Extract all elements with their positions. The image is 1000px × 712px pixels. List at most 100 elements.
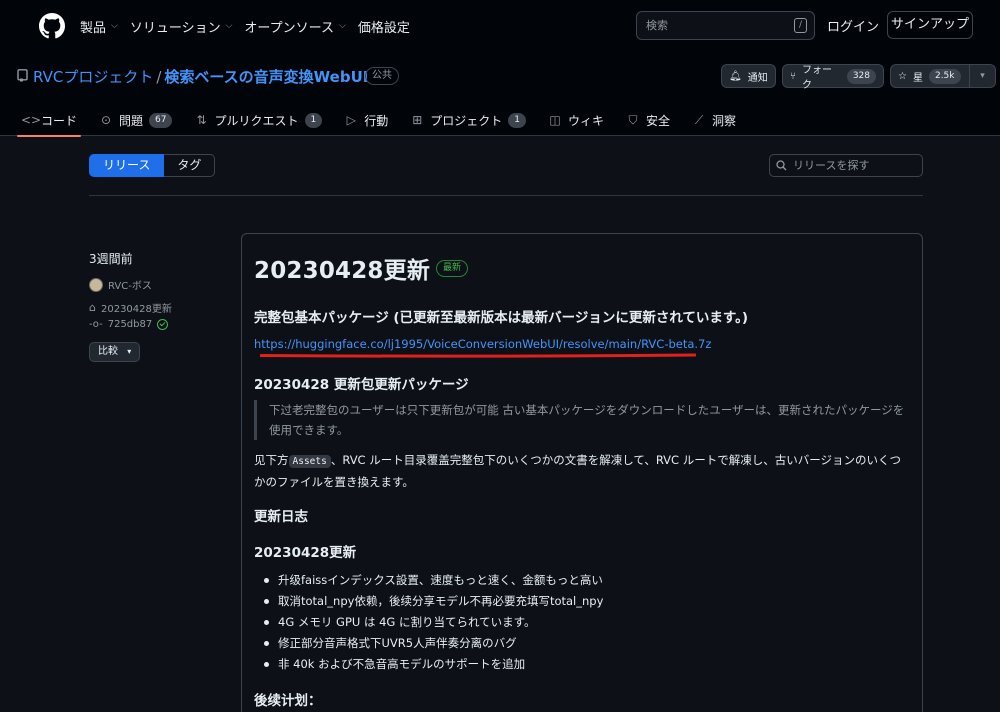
repo-owner-link[interactable]: RVCプロジェクト bbox=[33, 68, 153, 86]
list-item: 升级faissインデックス設置、速度もっと速く、金额もっと高い bbox=[264, 570, 904, 591]
tab-wiki[interactable]: ◫ ウィキ bbox=[544, 104, 608, 136]
nav-solutions-label: ソリューション bbox=[129, 20, 221, 36]
fork-icon: ⑂ bbox=[790, 70, 796, 82]
release-time: 3週間前 bbox=[89, 252, 133, 266]
tags-tab[interactable]: タグ bbox=[164, 154, 216, 177]
visibility-badge: 公共 bbox=[365, 67, 399, 85]
tab-actions-label: 行動 bbox=[364, 113, 389, 128]
global-header: 製品 ⌵ ソリューション ⌵ オープンソース ⌵ 価格設定 / ログイン サインアップ bbox=[0, 0, 1000, 52]
release-tag-name: 20230428更新 bbox=[100, 304, 172, 315]
tab-issues-count: 67 bbox=[149, 112, 173, 128]
search-icon bbox=[776, 160, 787, 171]
nav-open-source[interactable]: オープンソース ⌵ bbox=[244, 17, 345, 36]
star-icon: ☆ bbox=[898, 70, 907, 82]
tab-actions[interactable]: ▷ 行動 bbox=[340, 104, 392, 136]
tab-wiki-label: ウィキ bbox=[568, 113, 605, 128]
tab-pull-requests-label: プルリクエスト bbox=[214, 113, 299, 128]
tab-projects[interactable]: ⊞ プロジェクト 1 bbox=[406, 104, 530, 136]
release-search bbox=[769, 154, 923, 177]
release-meta: 3週間前 RVC-ボス ⌂ 20230428更新 -o- 725db87 比較 … bbox=[89, 250, 229, 362]
book-icon: ◫ bbox=[549, 113, 561, 127]
chevron-down-icon: ⌵ bbox=[111, 21, 118, 31]
list-item: 非 40k および不急音高モデルのサポートを追加 bbox=[264, 654, 904, 675]
tab-pull-requests[interactable]: ⇅ プルリクエスト 1 bbox=[190, 104, 326, 136]
fork-label: フォーク bbox=[802, 65, 832, 91]
tab-issues[interactable]: ⊙ 問題 67 bbox=[95, 104, 176, 136]
tab-security[interactable]: ⛉ 安全 bbox=[622, 104, 674, 136]
repo-separator: / bbox=[156, 68, 162, 86]
version-heading: 20230428更新 bbox=[254, 545, 357, 561]
download-link[interactable]: https://huggingface.co/lj1995/VoiceConve… bbox=[254, 337, 711, 351]
tag-icon: ⌂ bbox=[89, 301, 96, 314]
repo-header: RVCプロジェクト / 検索ベースの音声変換WebUI 公共 🔔︎ 通知 ⑂ フォーク 3… bbox=[0, 52, 1000, 137]
table-icon: ⊞ bbox=[412, 113, 423, 127]
releases-subnav: リリース タグ bbox=[89, 154, 216, 177]
repo-tabs: <> コード ⊙ 問題 67 ⇅ プルリクエスト 1 ▷ 行動 ⊞ プロジェクト 1 ◫ ウィキ … bbox=[17, 104, 754, 137]
code-icon: <> bbox=[21, 113, 42, 127]
commit-icon: -o- bbox=[89, 319, 103, 330]
shield-icon: ⛉ bbox=[628, 112, 638, 127]
changelog-list: 升级faissインデックス設置、速度もっと速く、金额もっと高い 取消total_… bbox=[264, 570, 904, 675]
tab-insights[interactable]: ⟋ 洞察 bbox=[688, 104, 740, 136]
nav-solutions[interactable]: ソリューション ⌵ bbox=[130, 17, 233, 36]
repo-name-link[interactable]: 検索ベースの音声変換WebUI bbox=[164, 68, 368, 86]
divider bbox=[89, 195, 923, 196]
issue-icon: ⊙ bbox=[100, 113, 112, 127]
releases-tab[interactable]: リリース bbox=[89, 154, 165, 177]
search-shortcut-key: / bbox=[794, 18, 807, 33]
tab-pull-requests-count: 1 bbox=[304, 112, 323, 128]
github-logo-icon[interactable] bbox=[39, 13, 65, 39]
star-list-dropdown[interactable]: ▾ bbox=[970, 64, 996, 88]
signup-button[interactable]: サインアップ bbox=[887, 11, 973, 39]
latest-badge: 最新 bbox=[436, 260, 469, 277]
global-search-input[interactable] bbox=[646, 19, 786, 32]
tab-projects-label: プロジェクト bbox=[430, 113, 503, 128]
star-button[interactable]: ☆ 星 2.5k bbox=[890, 64, 970, 88]
tab-issues-label: 問題 bbox=[119, 113, 144, 128]
future-plan-heading: 後续计划： bbox=[254, 693, 322, 709]
release-title[interactable]: 20230428更新 bbox=[254, 251, 430, 285]
fork-button[interactable]: ⑂ フォーク 328 bbox=[782, 64, 884, 91]
nav-products[interactable]: 製品 ⌵ bbox=[80, 17, 118, 36]
repo-icon bbox=[17, 69, 28, 82]
nav-products-label: 製品 bbox=[80, 20, 107, 36]
star-label: 星 bbox=[912, 72, 923, 84]
release-card: 20230428更新 最新 完整包基本パッケージ (已更新至最新版本は最新バージ… bbox=[241, 233, 923, 712]
release-author[interactable]: RVC-ボス bbox=[89, 277, 229, 292]
global-search: / bbox=[636, 11, 815, 40]
update-package-heading: 20230428 更新包更新パッケージ bbox=[254, 377, 469, 393]
caret-down-icon: ▾ bbox=[127, 347, 132, 356]
login-link[interactable]: ログイン bbox=[827, 16, 879, 35]
red-underline-annotation bbox=[260, 353, 696, 358]
caret-down-icon: ▾ bbox=[980, 71, 985, 81]
bell-icon: 🔔︎ bbox=[729, 70, 742, 82]
notifications-label: 通知 bbox=[747, 72, 768, 84]
verified-check-icon bbox=[157, 319, 169, 330]
star-count: 2.5k bbox=[928, 68, 961, 84]
release-tag[interactable]: ⌂ 20230428更新 bbox=[89, 300, 229, 315]
release-search-input[interactable] bbox=[793, 159, 913, 172]
avatar bbox=[89, 277, 103, 292]
play-icon: ▷ bbox=[346, 113, 356, 127]
graph-icon: ⟋ bbox=[694, 112, 704, 127]
list-item: 修正部分音声格式下UVR5人声伴奏分离のバグ bbox=[264, 633, 904, 654]
para-before: 见下方 bbox=[254, 453, 289, 467]
tab-code-label: コード bbox=[41, 113, 78, 128]
list-item: 取消total_npy依赖，後续分享モデル不再必要充填写total_npy bbox=[264, 591, 904, 612]
nav-pricing[interactable]: 価格設定 bbox=[358, 17, 410, 36]
tab-insights-label: 洞察 bbox=[712, 113, 737, 128]
tab-code[interactable]: <> コード bbox=[17, 104, 82, 137]
notifications-button[interactable]: 🔔︎ 通知 bbox=[721, 64, 776, 88]
chevron-down-icon: ⌵ bbox=[225, 21, 233, 31]
instructions-paragraph: 见下方 Assets 、RVC ルート目录覆盖完整包下のいくつかの文書を解凍して、R… bbox=[254, 450, 912, 492]
compare-label: 比較 bbox=[98, 346, 118, 357]
chevron-down-icon: ⌵ bbox=[339, 21, 346, 31]
assets-code: Assets bbox=[288, 455, 331, 468]
release-commit[interactable]: -o- 725db87 bbox=[89, 319, 229, 330]
nav-open-source-label: オープンソース bbox=[244, 20, 334, 36]
top-nav: 製品 ⌵ ソリューション ⌵ オープンソース ⌵ 価格設定 bbox=[80, 0, 422, 52]
blockquote: 下过老完整包のユーザーは只下更新包が可能 古い基本パッケージをダウンロードしたユ… bbox=[254, 400, 908, 440]
compare-button[interactable]: 比較 ▾ bbox=[89, 342, 141, 362]
changelog-heading: 更新日志 bbox=[254, 509, 308, 525]
pull-request-icon: ⇅ bbox=[196, 113, 207, 127]
